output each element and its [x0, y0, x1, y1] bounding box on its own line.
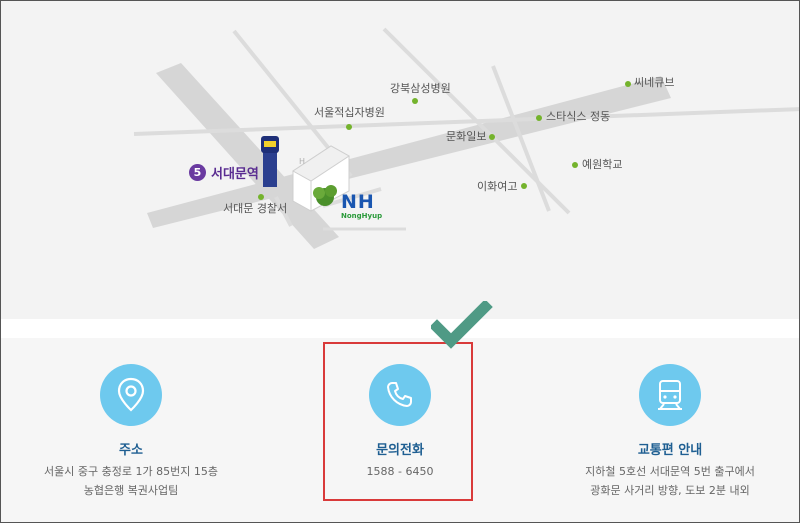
location-map: H 강북삼성병원 서울적십자병원 문화일보 씨네큐브 스타식스 정동 예원학교 … — [1, 1, 799, 319]
transport-line: 지하철 5호선 서대문역 5번 출구에서 — [585, 465, 755, 478]
label-police-station: 서대문 경찰서 — [223, 202, 288, 215]
subway-line-badge: 5 — [189, 164, 206, 181]
label-yewon-school: 예원학교 — [582, 158, 623, 171]
label-cine-cube: 씨네큐브 — [634, 76, 675, 89]
label-state-tower: 스타식스 정동 — [546, 110, 611, 123]
station-name: 서대문역 — [211, 167, 259, 182]
address-title: 주소 — [119, 443, 143, 458]
transport-line: 광화문 사거리 방향, 도보 2분 내외 — [590, 484, 750, 497]
transport-title: 교통편 안내 — [637, 443, 703, 458]
location-page: H 강북삼성병원 서울적십자병원 문화일보 씨네큐브 스타식스 정동 예원학교 … — [0, 0, 800, 523]
station-marker-icon — [261, 136, 279, 187]
label-ewha-girls: 이화여고 — [477, 180, 518, 193]
nh-logo-main: NH — [341, 191, 375, 213]
train-icon — [639, 364, 701, 426]
map-dot — [625, 81, 631, 87]
map-dot — [521, 183, 527, 189]
map-dot — [258, 194, 264, 200]
map-dot — [346, 124, 352, 130]
address-line: 농협은행 복권사업팀 — [83, 484, 179, 497]
map-dot — [412, 98, 418, 104]
label-gangbuk-hospital: 강북삼성병원 — [390, 82, 451, 95]
checkmark-icon — [431, 301, 493, 349]
map-roads: H — [133, 27, 799, 249]
highlight-box — [323, 342, 473, 501]
map-dot — [536, 115, 542, 121]
address-block: 주소 서울시 중구 충정로 1가 85번지 15층 농협은행 복권사업팀 — [1, 338, 261, 498]
station-label: 5 서대문역 — [189, 163, 259, 182]
svg-text:H: H — [299, 157, 305, 166]
map-dot — [572, 162, 578, 168]
label-munhwa-ilbo: 문화일보 — [446, 130, 487, 143]
nh-logo-sub: NongHyup — [341, 212, 383, 220]
transport-block: 교통편 안내 지하철 5호선 서대문역 5번 출구에서 광화문 사거리 방향, … — [540, 338, 799, 498]
location-pin-icon — [100, 364, 162, 426]
nh-logo: NH NongHyup — [341, 191, 383, 221]
map-dot — [489, 134, 495, 140]
label-redcross-hospital: 서울적십자병원 — [314, 106, 385, 119]
address-line: 서울시 중구 충정로 1가 85번지 15층 — [44, 465, 218, 478]
